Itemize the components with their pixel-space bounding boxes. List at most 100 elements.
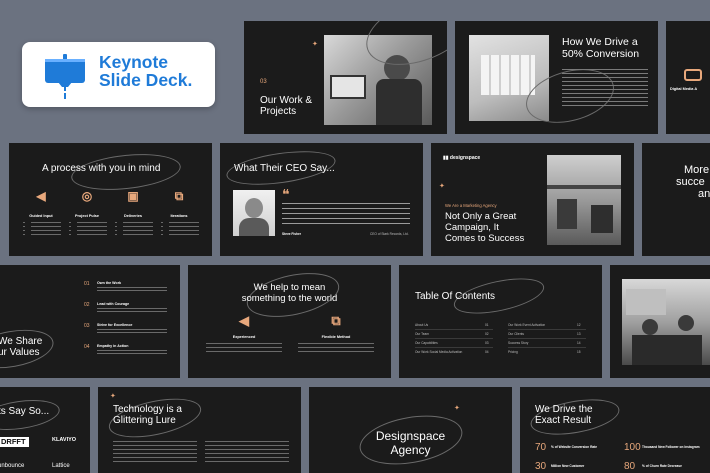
team-photo (622, 279, 710, 365)
slide-title-line2: Agency (390, 443, 431, 457)
slide-values[interactable]: We Share ur Values 01 Own the Work 02 Le… (0, 265, 180, 378)
brand-logo: ▮▮ designspace (443, 155, 480, 162)
process-label-4: Iterations (170, 214, 188, 218)
toc-right-1-label: Our Work Event Activation (508, 323, 546, 327)
slide-team-photo[interactable] (610, 265, 710, 378)
slide-our-work-projects[interactable]: ✦ 03 Our Work & Projects (244, 21, 447, 134)
slide-title-line1: Technology is a (113, 404, 182, 415)
stat-label-2: Thousand New Follower on Instagram (642, 445, 700, 449)
slide-technology[interactable]: ✦ Technology is a Glittering Lure (98, 387, 301, 473)
toc-divider (415, 338, 493, 339)
toc-divider (508, 338, 586, 339)
badge-title-line1: Keynote (99, 52, 169, 72)
value-body-2 (97, 308, 167, 314)
toc-right-2-label: Our Clients (508, 332, 524, 336)
more-line3: an (698, 188, 710, 200)
slide-title-line2: Projects (260, 106, 297, 117)
value-num-3: 03 (84, 323, 90, 329)
slide-title: What Their CEO Say... (234, 163, 335, 174)
sparkle-icon: ✦ (110, 393, 116, 400)
slide-title-line1: We help to mean (253, 282, 326, 293)
slide-digital-media[interactable]: Digital Media A (666, 21, 710, 134)
slide-title-line2: Exact Result (535, 415, 592, 426)
stat-label-1: % of Website Conversion Rate (551, 445, 597, 449)
process-body (23, 222, 199, 236)
slide-title-line1: We Share (0, 336, 43, 347)
brand-name: designspace (449, 155, 481, 161)
slide-exact-result[interactable]: We Drive the Exact Result 70 % of Websit… (520, 387, 710, 473)
ceo-meta: CEO of Stark Records, Ltd. (370, 232, 409, 236)
value-num-4: 04 (84, 344, 90, 350)
client-logo-unbounce: unbounce (0, 463, 25, 469)
toc-right-2-num: 13 (577, 332, 581, 336)
toc-divider (508, 347, 586, 348)
delivery-icon: ▣ (127, 189, 139, 203)
ceo-name: Steve Fisher (282, 232, 301, 236)
value-num-1: 01 (84, 281, 90, 287)
value-label-1: Own the Work (97, 281, 122, 285)
value-label-3: Strive for Excellence (97, 323, 133, 327)
media-icon (684, 69, 702, 81)
toc-divider (415, 329, 493, 330)
keynote-badge: Keynote Slide Deck. (22, 42, 215, 107)
stat-label-3: Million New Customer (551, 464, 585, 468)
slide-title: Table Of Contents (415, 291, 496, 302)
ceo-portrait (233, 190, 275, 236)
slide-designspace-agency[interactable]: ✦ Designspace Agency (309, 387, 512, 473)
left-body (206, 343, 282, 355)
slide-marketing-agency[interactable]: ▮▮ designspace ✦ We Are a Marketing Agen… (431, 143, 634, 256)
left-body (113, 441, 197, 463)
process-label-3: Deliveries (124, 214, 142, 218)
slide-conversion[interactable]: How We Drive a 50% Conversion (455, 21, 658, 134)
slide-title-line2: Campaign, It (445, 222, 499, 233)
value-body-3 (97, 329, 167, 335)
process-label-2: Project Pulse (74, 214, 100, 218)
value-body-1 (97, 287, 167, 293)
slide-clients[interactable]: ts Say So... DRFFT KLAVIYO unbounce Latt… (0, 387, 90, 473)
toc-right-3-num: 14 (577, 341, 581, 345)
keynote-podium-icon (45, 54, 85, 99)
client-logo-lattice: Lattice (52, 463, 70, 469)
megaphone-icon: ◀ (36, 189, 46, 203)
toc-left-2-num: 02 (485, 332, 489, 336)
stat-label-4: % of Churn Rate Decrease (642, 464, 682, 468)
slide-more-success[interactable]: More succe an (642, 143, 710, 256)
sparkle-icon: ✦ (312, 41, 318, 48)
office-interior-photo (547, 155, 621, 245)
slide-mean-something[interactable]: We help to mean something to the world ◀… (188, 265, 391, 378)
client-logo-klaviyo: KLAVIYO (52, 437, 77, 443)
sparkle-icon: ✦ (454, 405, 460, 412)
right-body (298, 343, 374, 355)
slide-title-line3: Comes to Success (445, 233, 525, 244)
megaphone-icon: ◀ (239, 313, 249, 328)
toc-left-1-label: About Us (415, 323, 429, 327)
slide-title-line1: Designspace (375, 429, 446, 443)
slide-table-of-contents[interactable]: Table Of Contents About Us 01 Our Team 0… (399, 265, 602, 378)
value-label-2: Lead with Courage (97, 302, 130, 306)
process-label-1: Guided Input (29, 214, 53, 218)
slide-title-line1: We Drive the (535, 404, 593, 415)
stat-value-3: 30 (535, 461, 547, 472)
sparkle-icon: ✦ (439, 183, 445, 190)
toc-left-1-num: 01 (485, 323, 489, 327)
slide-ceo-quote[interactable]: What Their CEO Say... ❝ Steve Fisher CEO… (220, 143, 423, 256)
stat-value-4: 80 (624, 461, 636, 472)
value-label-4: Empathy in Action (97, 344, 129, 348)
toc-left-4-num: 04 (485, 350, 489, 354)
quote-body (282, 203, 410, 227)
flexible-label: Flexible Method (321, 335, 351, 339)
slide-title-line1: How We Drive a (562, 36, 638, 48)
toc-divider (415, 347, 493, 348)
quote-icon: ❝ (282, 186, 290, 202)
digital-media-label: Digital Media A (670, 87, 698, 91)
badge-title-line2: Slide Deck. (99, 70, 193, 91)
stat-value-1: 70 (535, 442, 547, 453)
value-body-4 (97, 350, 167, 356)
badge-title: Keynote Slide Deck. (99, 53, 192, 90)
slide-title-line2: Glittering Lure (113, 415, 176, 426)
slide-title: A process with you in mind (42, 163, 161, 174)
experienced-label: Experienced (232, 335, 256, 339)
iterations-icon: ⧉ (174, 189, 184, 203)
slide-title-line1: Not Only a Great (445, 211, 517, 222)
slide-process[interactable]: A process with you in mind ◀ ◎ ▣ ⧉ Guide… (9, 143, 212, 256)
